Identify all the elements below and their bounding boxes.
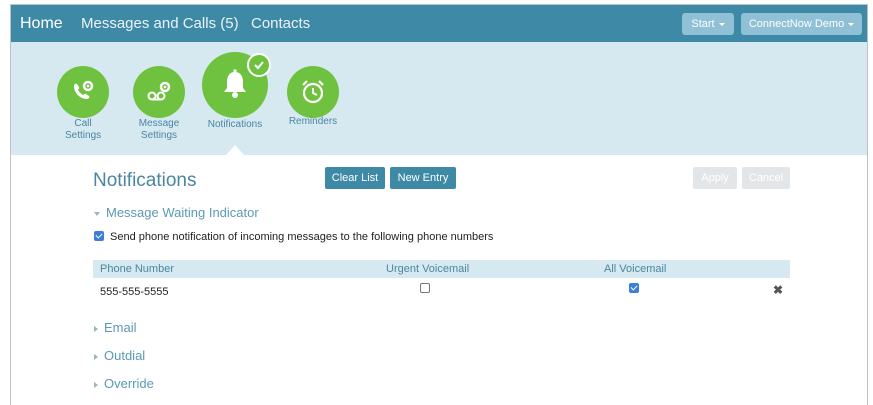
clear-list-button[interactable]: Clear List — [325, 167, 385, 189]
apply-button[interactable]: Apply — [693, 167, 737, 189]
new-entry-button[interactable]: New Entry — [390, 167, 456, 189]
active-pointer — [226, 145, 244, 155]
all-voicemail-checkbox[interactable] — [629, 283, 639, 293]
app-frame: Home Messages and Calls (5) Contacts Sta… — [10, 4, 868, 405]
bell-icon — [224, 69, 246, 98]
reminders-label: Reminders — [288, 116, 338, 127]
nav-messages-calls[interactable]: Messages and Calls (5) — [81, 15, 239, 32]
urgent-voicemail-checkbox[interactable] — [420, 283, 430, 293]
override-section-toggle[interactable]: Override — [94, 376, 154, 391]
checkmark-icon — [254, 61, 264, 70]
voicemail-gear-icon — [147, 81, 171, 101]
mwi-heading: Message Waiting Indicator — [106, 205, 259, 220]
triangle-right-icon — [94, 325, 98, 332]
outdial-section-toggle[interactable]: Outdial — [94, 348, 145, 363]
col-urgent-voicemail: Urgent Voicemail — [386, 263, 470, 275]
phone-number-cell: 555-555-5555 — [100, 286, 169, 298]
call-settings-button[interactable] — [57, 66, 109, 118]
account-dropdown-button[interactable]: ConnectNow Demo — [741, 13, 862, 35]
notifications-label: Notifications — [207, 119, 263, 130]
email-heading: Email — [104, 320, 137, 335]
email-section-toggle[interactable]: Email — [94, 320, 137, 335]
start-dropdown-button[interactable]: Start — [682, 13, 734, 35]
page-title: Notifications — [93, 170, 197, 191]
caret-down-icon — [718, 22, 725, 26]
active-check-badge — [247, 53, 271, 77]
alarm-clock-icon — [302, 80, 324, 104]
table-header: Phone Number Urgent Voicemail All Voicem… — [93, 260, 790, 278]
reminders-button[interactable] — [287, 66, 339, 118]
nav-contacts[interactable]: Contacts — [251, 15, 310, 32]
cancel-button[interactable]: Cancel — [742, 167, 790, 189]
col-all-voicemail: All Voicemail — [604, 263, 667, 275]
message-settings-button[interactable] — [133, 66, 185, 118]
mwi-checkbox-label: Send phone notification of incoming mess… — [110, 231, 494, 243]
col-phone-number: Phone Number — [100, 263, 174, 275]
mwi-enable-checkbox[interactable] — [94, 231, 104, 241]
message-settings-label: Message Settings — [138, 118, 180, 141]
caret-down-icon — [848, 22, 855, 26]
delete-row-icon[interactable]: ✖ — [773, 283, 783, 297]
triangle-right-icon — [94, 353, 98, 360]
triangle-right-icon — [94, 381, 98, 388]
override-heading: Override — [104, 376, 154, 391]
triangle-down-icon — [94, 211, 100, 216]
outdial-heading: Outdial — [104, 348, 146, 363]
start-label: Start — [691, 18, 715, 30]
mwi-section-toggle[interactable]: Message Waiting Indicator — [94, 205, 259, 220]
account-label: ConnectNow Demo — [748, 18, 845, 30]
phone-gear-icon — [74, 80, 94, 99]
nav-home[interactable]: Home — [20, 15, 63, 33]
top-nav-bar: Home Messages and Calls (5) Contacts Sta… — [11, 5, 867, 42]
call-settings-label: Call Settings — [65, 118, 102, 141]
